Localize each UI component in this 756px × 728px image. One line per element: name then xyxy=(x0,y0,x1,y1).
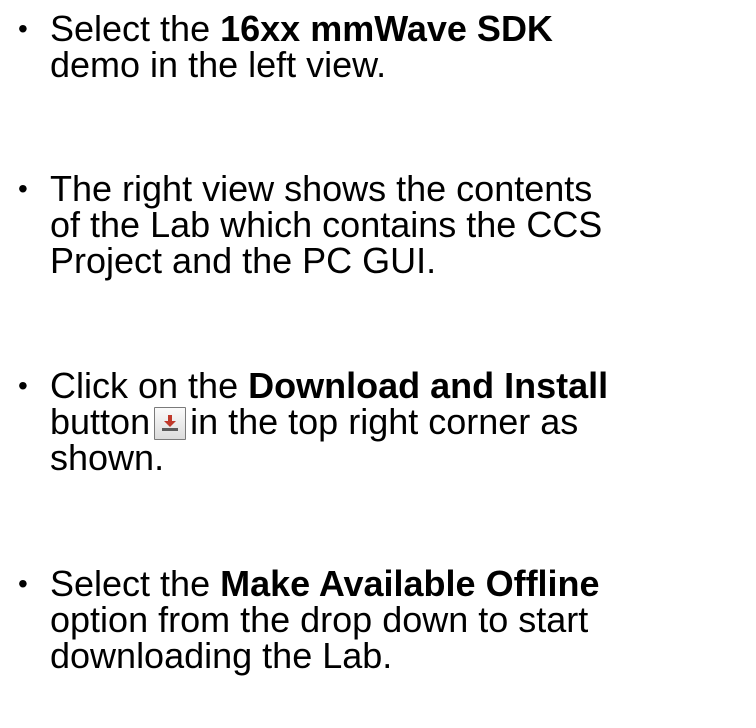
bullet-line: downloading the Lab. xyxy=(50,635,393,676)
download-install-icon xyxy=(162,415,179,431)
bullet-line: demo in the left view. xyxy=(50,44,387,85)
line-text: Select the xyxy=(50,563,221,604)
bullet-line: The right view shows the contents xyxy=(50,168,593,209)
line-text: button xyxy=(50,401,151,442)
line-text: in the top right corner as xyxy=(190,401,579,442)
emphasis-text: Download and Install xyxy=(248,365,609,406)
bullet-line: Project and the PC GUI. xyxy=(50,240,437,281)
bullet-text: Select the 16xx mmWave SDK demo in the l… xyxy=(50,11,756,83)
bullet-marker: • xyxy=(18,370,28,401)
emphasis-text: 16xx mmWave SDK xyxy=(220,8,553,49)
bullet-line: Click on the Download and Install xyxy=(50,368,756,404)
bullet-text: Select the Make Available Offline option… xyxy=(50,566,756,674)
bullet-line: of the Lab which contains the CCS xyxy=(50,204,603,245)
bullet-line: Select the 16xx mmWave SDK xyxy=(50,11,756,47)
bullet-line: shown. xyxy=(50,437,165,478)
emphasis-text: Make Available Offline xyxy=(220,563,600,604)
bullet-marker: • xyxy=(18,13,28,44)
line-text: Select the xyxy=(50,8,221,49)
bullet-line: option from the drop down to start xyxy=(50,599,589,640)
bullet-line: Select the Make Available Offline xyxy=(50,566,756,602)
bullet-text: Click on the Download and Install button… xyxy=(50,368,756,476)
bullet-marker: • xyxy=(18,173,28,204)
download-install-button[interactable] xyxy=(154,407,187,440)
line-text: Click on the xyxy=(50,365,249,406)
bullet-marker: • xyxy=(18,568,28,599)
bullet-line: button in the top right corner as xyxy=(50,404,756,440)
bullet-text: The right view shows the contents of the… xyxy=(50,171,756,279)
